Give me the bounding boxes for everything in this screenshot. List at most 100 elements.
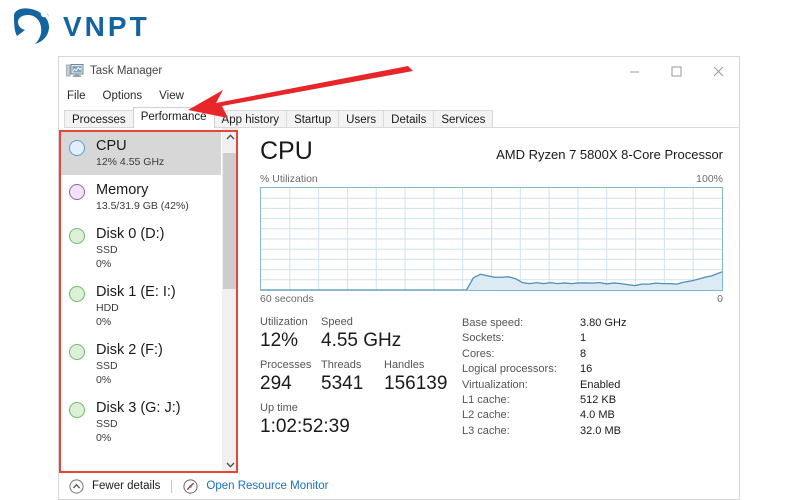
spec-row: Sockets: 1 xyxy=(462,331,723,346)
spec-row: Virtualization: Enabled xyxy=(462,378,723,393)
spec-value: 3.80 GHz xyxy=(580,316,626,331)
window-controls xyxy=(613,57,739,85)
cpu-primary-stats: Utilization 12% Speed 4.55 GHz Processes… xyxy=(260,315,456,444)
graph-gridlines xyxy=(261,188,722,290)
sidebar-item-disk-0[interactable]: Disk 0 (D:) SSD 0% xyxy=(59,219,221,277)
sidebar-item-texts: Disk 3 (G: J:) SSD 0% xyxy=(96,399,181,445)
menu-item-file[interactable]: File xyxy=(67,90,86,102)
cpu-graph-plot xyxy=(261,188,722,290)
cpu-detail-panel: CPU AMD Ryzen 7 5800X 8-Core Processor %… xyxy=(238,128,739,473)
stat-value: 294 xyxy=(260,372,321,396)
tab-performance[interactable]: Performance xyxy=(133,107,215,128)
sidebar-item-detail: 13.5/31.9 GB (42%) xyxy=(96,199,189,213)
sidebar-item-title: Disk 0 (D:) xyxy=(96,225,164,243)
close-icon xyxy=(713,66,724,77)
sidebar-item-title: Disk 2 (F:) xyxy=(96,341,163,359)
spec-row: Cores: 8 xyxy=(462,347,723,362)
cpu-indicator-icon xyxy=(69,140,85,156)
performance-tab-content: CPU 12% 4.55 GHz Memory 13.5/31.9 GB (42… xyxy=(59,128,739,473)
sidebar-item-detail: HDD xyxy=(96,301,176,315)
sidebar-item-detail: 12% 4.55 GHz xyxy=(96,155,164,169)
stat-value: 5341 xyxy=(321,372,384,396)
scroll-up-button[interactable] xyxy=(222,128,238,145)
sidebar-item-disk-1[interactable]: Disk 1 (E: I:) HDD 0% xyxy=(59,277,221,335)
tab-details[interactable]: Details xyxy=(383,110,434,128)
chevron-down-icon xyxy=(226,462,235,468)
sidebar-item-disk-3[interactable]: Disk 3 (G: J:) SSD 0% xyxy=(59,393,221,451)
tab-services[interactable]: Services xyxy=(433,110,493,128)
spec-value: 4.0 MB xyxy=(580,408,615,423)
chevron-up-icon xyxy=(226,134,235,140)
stat-value: 1:02:52:39 xyxy=(260,415,350,439)
tab-startup[interactable]: Startup xyxy=(286,110,339,128)
open-resource-monitor-link[interactable]: Open Resource Monitor xyxy=(206,480,328,492)
maximize-button[interactable] xyxy=(655,57,697,85)
disk-indicator-icon xyxy=(69,228,85,244)
scroll-down-button[interactable] xyxy=(222,456,238,473)
gauge-icon[interactable] xyxy=(183,479,198,494)
disk-indicator-icon xyxy=(69,402,85,418)
sidebar-item-title: Disk 3 (G: J:) xyxy=(96,399,181,417)
graph-y-axis-label: % Utilization xyxy=(260,173,318,185)
spec-label: Logical processors: xyxy=(462,362,580,377)
task-manager-monitor-icon xyxy=(66,63,84,79)
spec-label: L3 cache: xyxy=(462,424,580,439)
scrollbar-thumb[interactable] xyxy=(223,153,237,289)
brand-name: VNPT xyxy=(63,11,150,43)
cpu-statistics: Utilization 12% Speed 4.55 GHz Processes… xyxy=(260,315,723,444)
vnpt-swoosh-icon xyxy=(8,6,54,48)
sidebar-item-usage: 0% xyxy=(96,315,176,329)
graph-max-label: 100% xyxy=(696,173,723,185)
minimize-button[interactable] xyxy=(613,57,655,85)
sidebar-item-texts: Disk 0 (D:) SSD 0% xyxy=(96,225,164,271)
tab-app-history[interactable]: App history xyxy=(214,110,288,128)
graph-time-axis: 60 seconds 0 xyxy=(260,293,723,305)
stats-row-2: Processes 294 Threads 5341 Handles 15613… xyxy=(260,358,456,396)
sidebar-item-cpu[interactable]: CPU 12% 4.55 GHz xyxy=(59,131,221,175)
close-button[interactable] xyxy=(697,57,739,85)
spec-value: 16 xyxy=(580,362,592,377)
processor-name: AMD Ryzen 7 5800X 8-Core Processor xyxy=(496,147,723,166)
stat-uptime: Up time 1:02:52:39 xyxy=(260,401,350,439)
spec-row: L2 cache: 4.0 MB xyxy=(462,408,723,423)
spec-value: Enabled xyxy=(580,378,620,393)
menu-item-view[interactable]: View xyxy=(159,90,184,102)
footer-divider xyxy=(171,480,172,493)
sidebar-item-detail: SSD xyxy=(96,417,181,431)
tab-processes[interactable]: Processes xyxy=(64,110,134,128)
sidebar-item-detail: SSD xyxy=(96,359,163,373)
spec-label: Base speed: xyxy=(462,316,580,331)
spec-row: L1 cache: 512 KB xyxy=(462,393,723,408)
spec-row: L3 cache: 32.0 MB xyxy=(462,424,723,439)
sidebar-item-usage: 0% xyxy=(96,257,164,271)
menu-item-options[interactable]: Options xyxy=(103,90,143,102)
resource-sidebar: CPU 12% 4.55 GHz Memory 13.5/31.9 GB (42… xyxy=(59,128,238,473)
stat-label: Speed xyxy=(321,315,421,329)
menu-bar: File Options View xyxy=(59,85,739,107)
spec-label: Virtualization: xyxy=(462,378,580,393)
spec-row: Base speed: 3.80 GHz xyxy=(462,316,723,331)
graph-axis-labels: % Utilization 100% xyxy=(260,173,723,185)
graph-time-end: 0 xyxy=(717,293,723,305)
sidebar-scrollbar[interactable] xyxy=(221,128,238,473)
chevron-up-circle-icon[interactable] xyxy=(69,479,84,494)
spec-value: 32.0 MB xyxy=(580,424,621,439)
stat-speed: Speed 4.55 GHz xyxy=(321,315,421,353)
sidebar-item-detail: SSD xyxy=(96,243,164,257)
tab-users[interactable]: Users xyxy=(338,110,384,128)
sidebar-item-title: CPU xyxy=(96,137,164,155)
disk-indicator-icon xyxy=(69,344,85,360)
window-titlebar: Task Manager xyxy=(59,57,739,85)
stat-label: Handles xyxy=(384,358,454,372)
stat-processes: Processes 294 xyxy=(260,358,321,396)
fewer-details-button[interactable]: Fewer details xyxy=(92,480,160,492)
spec-value: 1 xyxy=(580,331,586,346)
page-title: CPU xyxy=(260,136,313,166)
sidebar-item-memory[interactable]: Memory 13.5/31.9 GB (42%) xyxy=(59,175,221,219)
cpu-utilization-graph xyxy=(260,187,723,291)
maximize-icon xyxy=(671,66,682,77)
minimize-icon xyxy=(629,66,640,77)
graph-time-start: 60 seconds xyxy=(260,293,314,305)
sidebar-item-disk-2[interactable]: Disk 2 (F:) SSD 0% xyxy=(59,335,221,393)
stats-row-3: Up time 1:02:52:39 xyxy=(260,401,456,439)
